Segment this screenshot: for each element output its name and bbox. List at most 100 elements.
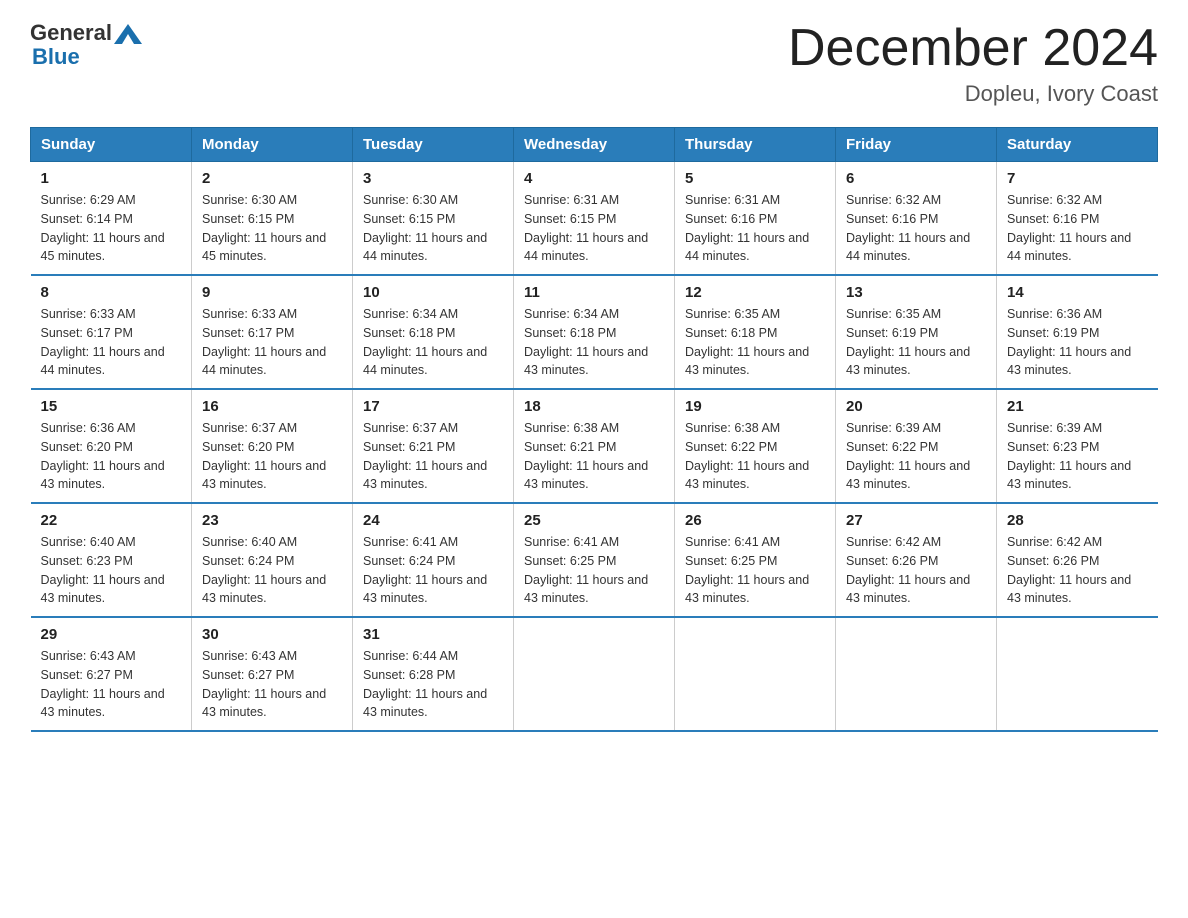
day-number: 11 <box>524 284 664 301</box>
header-tuesday: Tuesday <box>353 128 514 162</box>
calendar-cell: 28 Sunrise: 6:42 AM Sunset: 6:26 PM Dayl… <box>997 503 1158 617</box>
calendar-cell <box>836 617 997 731</box>
calendar-cell <box>514 617 675 731</box>
header-thursday: Thursday <box>675 128 836 162</box>
day-info: Sunrise: 6:38 AM Sunset: 6:21 PM Dayligh… <box>524 419 664 494</box>
calendar-cell: 20 Sunrise: 6:39 AM Sunset: 6:22 PM Dayl… <box>836 389 997 503</box>
day-info: Sunrise: 6:36 AM Sunset: 6:20 PM Dayligh… <box>41 419 182 494</box>
day-info: Sunrise: 6:42 AM Sunset: 6:26 PM Dayligh… <box>1007 533 1148 608</box>
day-info: Sunrise: 6:29 AM Sunset: 6:14 PM Dayligh… <box>41 191 182 266</box>
day-number: 10 <box>363 284 503 301</box>
day-info: Sunrise: 6:41 AM Sunset: 6:24 PM Dayligh… <box>363 533 503 608</box>
calendar-cell: 5 Sunrise: 6:31 AM Sunset: 6:16 PM Dayli… <box>675 162 836 276</box>
calendar-title-block: December 2024 Dopleu, Ivory Coast <box>788 20 1158 107</box>
calendar-cell: 1 Sunrise: 6:29 AM Sunset: 6:14 PM Dayli… <box>31 162 192 276</box>
day-number: 17 <box>363 398 503 415</box>
day-info: Sunrise: 6:34 AM Sunset: 6:18 PM Dayligh… <box>363 305 503 380</box>
logo-blue-text: Blue <box>32 44 80 70</box>
day-number: 8 <box>41 284 182 301</box>
day-info: Sunrise: 6:37 AM Sunset: 6:21 PM Dayligh… <box>363 419 503 494</box>
calendar-cell: 14 Sunrise: 6:36 AM Sunset: 6:19 PM Dayl… <box>997 275 1158 389</box>
calendar-cell: 7 Sunrise: 6:32 AM Sunset: 6:16 PM Dayli… <box>997 162 1158 276</box>
calendar-title: December 2024 <box>788 20 1158 77</box>
day-number: 25 <box>524 512 664 529</box>
header-saturday: Saturday <box>997 128 1158 162</box>
calendar-week-1: 1 Sunrise: 6:29 AM Sunset: 6:14 PM Dayli… <box>31 162 1158 276</box>
calendar-cell <box>997 617 1158 731</box>
calendar-cell: 12 Sunrise: 6:35 AM Sunset: 6:18 PM Dayl… <box>675 275 836 389</box>
calendar-cell: 6 Sunrise: 6:32 AM Sunset: 6:16 PM Dayli… <box>836 162 997 276</box>
calendar-subtitle: Dopleu, Ivory Coast <box>788 81 1158 107</box>
calendar-week-5: 29 Sunrise: 6:43 AM Sunset: 6:27 PM Dayl… <box>31 617 1158 731</box>
day-number: 30 <box>202 626 342 643</box>
day-info: Sunrise: 6:40 AM Sunset: 6:24 PM Dayligh… <box>202 533 342 608</box>
day-number: 3 <box>363 170 503 187</box>
day-info: Sunrise: 6:35 AM Sunset: 6:18 PM Dayligh… <box>685 305 825 380</box>
day-number: 16 <box>202 398 342 415</box>
day-number: 23 <box>202 512 342 529</box>
day-number: 27 <box>846 512 986 529</box>
calendar-cell: 2 Sunrise: 6:30 AM Sunset: 6:15 PM Dayli… <box>192 162 353 276</box>
day-info: Sunrise: 6:36 AM Sunset: 6:19 PM Dayligh… <box>1007 305 1148 380</box>
day-number: 1 <box>41 170 182 187</box>
day-number: 7 <box>1007 170 1148 187</box>
header-sunday: Sunday <box>31 128 192 162</box>
day-info: Sunrise: 6:43 AM Sunset: 6:27 PM Dayligh… <box>202 647 342 722</box>
day-number: 13 <box>846 284 986 301</box>
day-info: Sunrise: 6:40 AM Sunset: 6:23 PM Dayligh… <box>41 533 182 608</box>
day-info: Sunrise: 6:33 AM Sunset: 6:17 PM Dayligh… <box>202 305 342 380</box>
day-info: Sunrise: 6:32 AM Sunset: 6:16 PM Dayligh… <box>1007 191 1148 266</box>
calendar-cell: 16 Sunrise: 6:37 AM Sunset: 6:20 PM Dayl… <box>192 389 353 503</box>
calendar-week-2: 8 Sunrise: 6:33 AM Sunset: 6:17 PM Dayli… <box>31 275 1158 389</box>
day-number: 22 <box>41 512 182 529</box>
day-number: 14 <box>1007 284 1148 301</box>
calendar-cell: 29 Sunrise: 6:43 AM Sunset: 6:27 PM Dayl… <box>31 617 192 731</box>
logo-general-text: General <box>30 20 112 46</box>
day-number: 15 <box>41 398 182 415</box>
day-number: 12 <box>685 284 825 301</box>
calendar-cell: 15 Sunrise: 6:36 AM Sunset: 6:20 PM Dayl… <box>31 389 192 503</box>
logo: General Blue <box>30 20 142 70</box>
calendar-cell: 26 Sunrise: 6:41 AM Sunset: 6:25 PM Dayl… <box>675 503 836 617</box>
day-info: Sunrise: 6:42 AM Sunset: 6:26 PM Dayligh… <box>846 533 986 608</box>
calendar-cell: 17 Sunrise: 6:37 AM Sunset: 6:21 PM Dayl… <box>353 389 514 503</box>
calendar-cell: 10 Sunrise: 6:34 AM Sunset: 6:18 PM Dayl… <box>353 275 514 389</box>
day-number: 2 <box>202 170 342 187</box>
calendar-cell: 8 Sunrise: 6:33 AM Sunset: 6:17 PM Dayli… <box>31 275 192 389</box>
day-number: 29 <box>41 626 182 643</box>
day-number: 5 <box>685 170 825 187</box>
day-info: Sunrise: 6:30 AM Sunset: 6:15 PM Dayligh… <box>202 191 342 266</box>
day-info: Sunrise: 6:41 AM Sunset: 6:25 PM Dayligh… <box>524 533 664 608</box>
calendar-cell: 30 Sunrise: 6:43 AM Sunset: 6:27 PM Dayl… <box>192 617 353 731</box>
logo-triangle-icon <box>114 20 142 44</box>
day-number: 18 <box>524 398 664 415</box>
day-info: Sunrise: 6:39 AM Sunset: 6:23 PM Dayligh… <box>1007 419 1148 494</box>
calendar-cell <box>675 617 836 731</box>
calendar-cell: 24 Sunrise: 6:41 AM Sunset: 6:24 PM Dayl… <box>353 503 514 617</box>
calendar-table: Sunday Monday Tuesday Wednesday Thursday… <box>30 127 1158 732</box>
day-info: Sunrise: 6:31 AM Sunset: 6:15 PM Dayligh… <box>524 191 664 266</box>
day-info: Sunrise: 6:30 AM Sunset: 6:15 PM Dayligh… <box>363 191 503 266</box>
calendar-cell: 3 Sunrise: 6:30 AM Sunset: 6:15 PM Dayli… <box>353 162 514 276</box>
day-number: 26 <box>685 512 825 529</box>
day-number: 21 <box>1007 398 1148 415</box>
calendar-week-4: 22 Sunrise: 6:40 AM Sunset: 6:23 PM Dayl… <box>31 503 1158 617</box>
day-info: Sunrise: 6:39 AM Sunset: 6:22 PM Dayligh… <box>846 419 986 494</box>
calendar-week-3: 15 Sunrise: 6:36 AM Sunset: 6:20 PM Dayl… <box>31 389 1158 503</box>
day-number: 6 <box>846 170 986 187</box>
day-info: Sunrise: 6:34 AM Sunset: 6:18 PM Dayligh… <box>524 305 664 380</box>
day-info: Sunrise: 6:44 AM Sunset: 6:28 PM Dayligh… <box>363 647 503 722</box>
page-header: General Blue December 2024 Dopleu, Ivory… <box>30 20 1158 107</box>
day-info: Sunrise: 6:43 AM Sunset: 6:27 PM Dayligh… <box>41 647 182 722</box>
header-friday: Friday <box>836 128 997 162</box>
calendar-cell: 21 Sunrise: 6:39 AM Sunset: 6:23 PM Dayl… <box>997 389 1158 503</box>
calendar-cell: 9 Sunrise: 6:33 AM Sunset: 6:17 PM Dayli… <box>192 275 353 389</box>
calendar-cell: 13 Sunrise: 6:35 AM Sunset: 6:19 PM Dayl… <box>836 275 997 389</box>
day-number: 4 <box>524 170 664 187</box>
day-info: Sunrise: 6:32 AM Sunset: 6:16 PM Dayligh… <box>846 191 986 266</box>
calendar-cell: 23 Sunrise: 6:40 AM Sunset: 6:24 PM Dayl… <box>192 503 353 617</box>
day-number: 31 <box>363 626 503 643</box>
day-info: Sunrise: 6:31 AM Sunset: 6:16 PM Dayligh… <box>685 191 825 266</box>
day-number: 19 <box>685 398 825 415</box>
calendar-cell: 11 Sunrise: 6:34 AM Sunset: 6:18 PM Dayl… <box>514 275 675 389</box>
